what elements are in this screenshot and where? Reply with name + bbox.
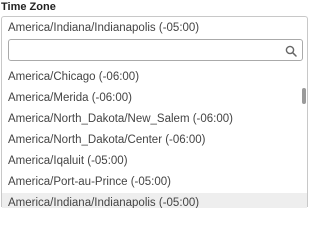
search-input[interactable]	[9, 40, 279, 60]
time-zone-select[interactable]: America/Indiana/Indianapolis (-05:00) Am…	[1, 16, 308, 208]
options-container: America/Chicago (-06:00) America/Merida (…	[2, 67, 307, 208]
list-item[interactable]: America/Indiana/Indianapolis (-05:00)	[2, 193, 307, 208]
search-icon	[285, 44, 297, 57]
selected-value[interactable]: America/Indiana/Indianapolis (-05:00)	[8, 20, 199, 36]
list-item[interactable]: America/Merida (-06:00)	[2, 88, 307, 109]
list-item[interactable]: America/North_Dakota/New_Salem (-06:00)	[2, 109, 307, 130]
list-item[interactable]: America/Chicago (-06:00)	[2, 67, 307, 88]
search-field[interactable]	[8, 39, 303, 61]
time-zone-options-list[interactable]: America/Chicago (-06:00) America/Merida (…	[2, 67, 307, 208]
scrollbar[interactable]	[300, 67, 307, 208]
list-item[interactable]: America/Iqaluit (-05:00)	[2, 151, 307, 172]
list-item[interactable]: America/Port-au-Prince (-05:00)	[2, 172, 307, 193]
list-item[interactable]: America/North_Dakota/Center (-06:00)	[2, 130, 307, 151]
field-label-time-zone: Time Zone	[1, 1, 56, 13]
scrollbar-thumb[interactable]	[302, 88, 306, 104]
